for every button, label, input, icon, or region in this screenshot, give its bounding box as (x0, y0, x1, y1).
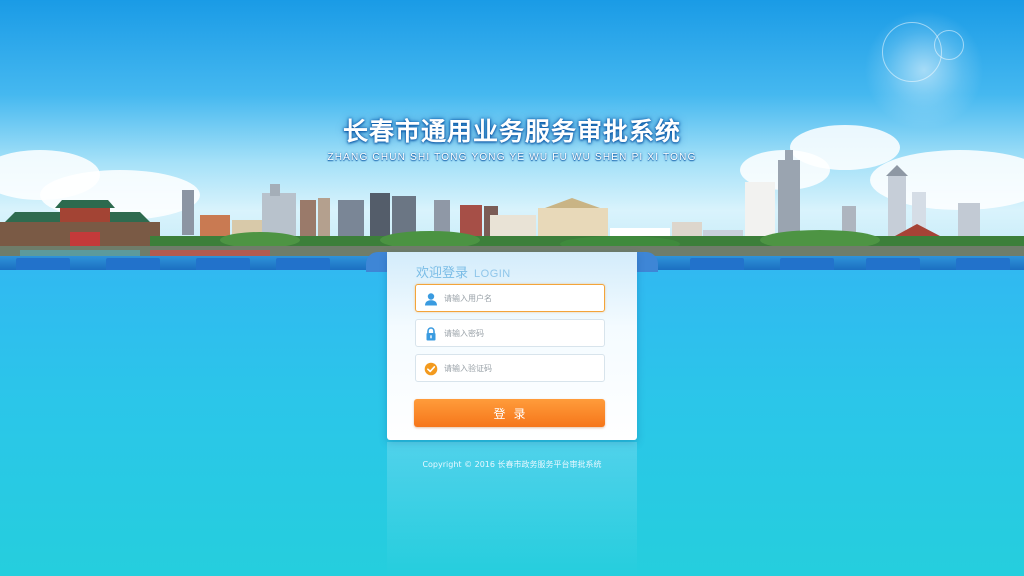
strip-tab (956, 258, 1010, 270)
login-heading: 欢迎登录 LOGIN (416, 262, 511, 281)
site-title-block: 长春市通用业务服务审批系统 ZHANG CHUN SHI TONG YONG Y… (0, 112, 1024, 163)
login-button[interactable]: 登录 (414, 399, 605, 427)
password-field[interactable] (415, 319, 605, 347)
strip-tab (690, 258, 744, 270)
lock-icon (426, 327, 436, 341)
username-input[interactable] (444, 290, 599, 307)
username-field[interactable] (415, 284, 605, 312)
strip-tab (16, 258, 70, 270)
login-heading-en: LOGIN (474, 268, 511, 280)
site-subtitle: ZHANG CHUN SHI TONG YONG YE WU FU WU SHE… (327, 152, 697, 163)
strip-tab (780, 258, 834, 270)
captcha-field[interactable] (415, 354, 605, 382)
login-heading-cn: 欢迎登录 (416, 266, 469, 281)
strip-tab (276, 258, 330, 270)
check-circle-icon (424, 362, 438, 376)
login-panel: 欢迎登录 LOGIN 登录 (387, 252, 637, 440)
user-icon (425, 293, 437, 306)
strip-tab (866, 258, 920, 270)
copyright-text: Copyright © 2016 长春市政务服务平台审批系统 (422, 460, 602, 469)
password-input[interactable] (444, 325, 599, 342)
captcha-input[interactable] (444, 360, 599, 377)
panel-ribbon-right (634, 252, 658, 272)
strip-tab (196, 258, 250, 270)
site-title: 长春市通用业务服务审批系统 (342, 117, 681, 146)
strip-tab (106, 258, 160, 270)
